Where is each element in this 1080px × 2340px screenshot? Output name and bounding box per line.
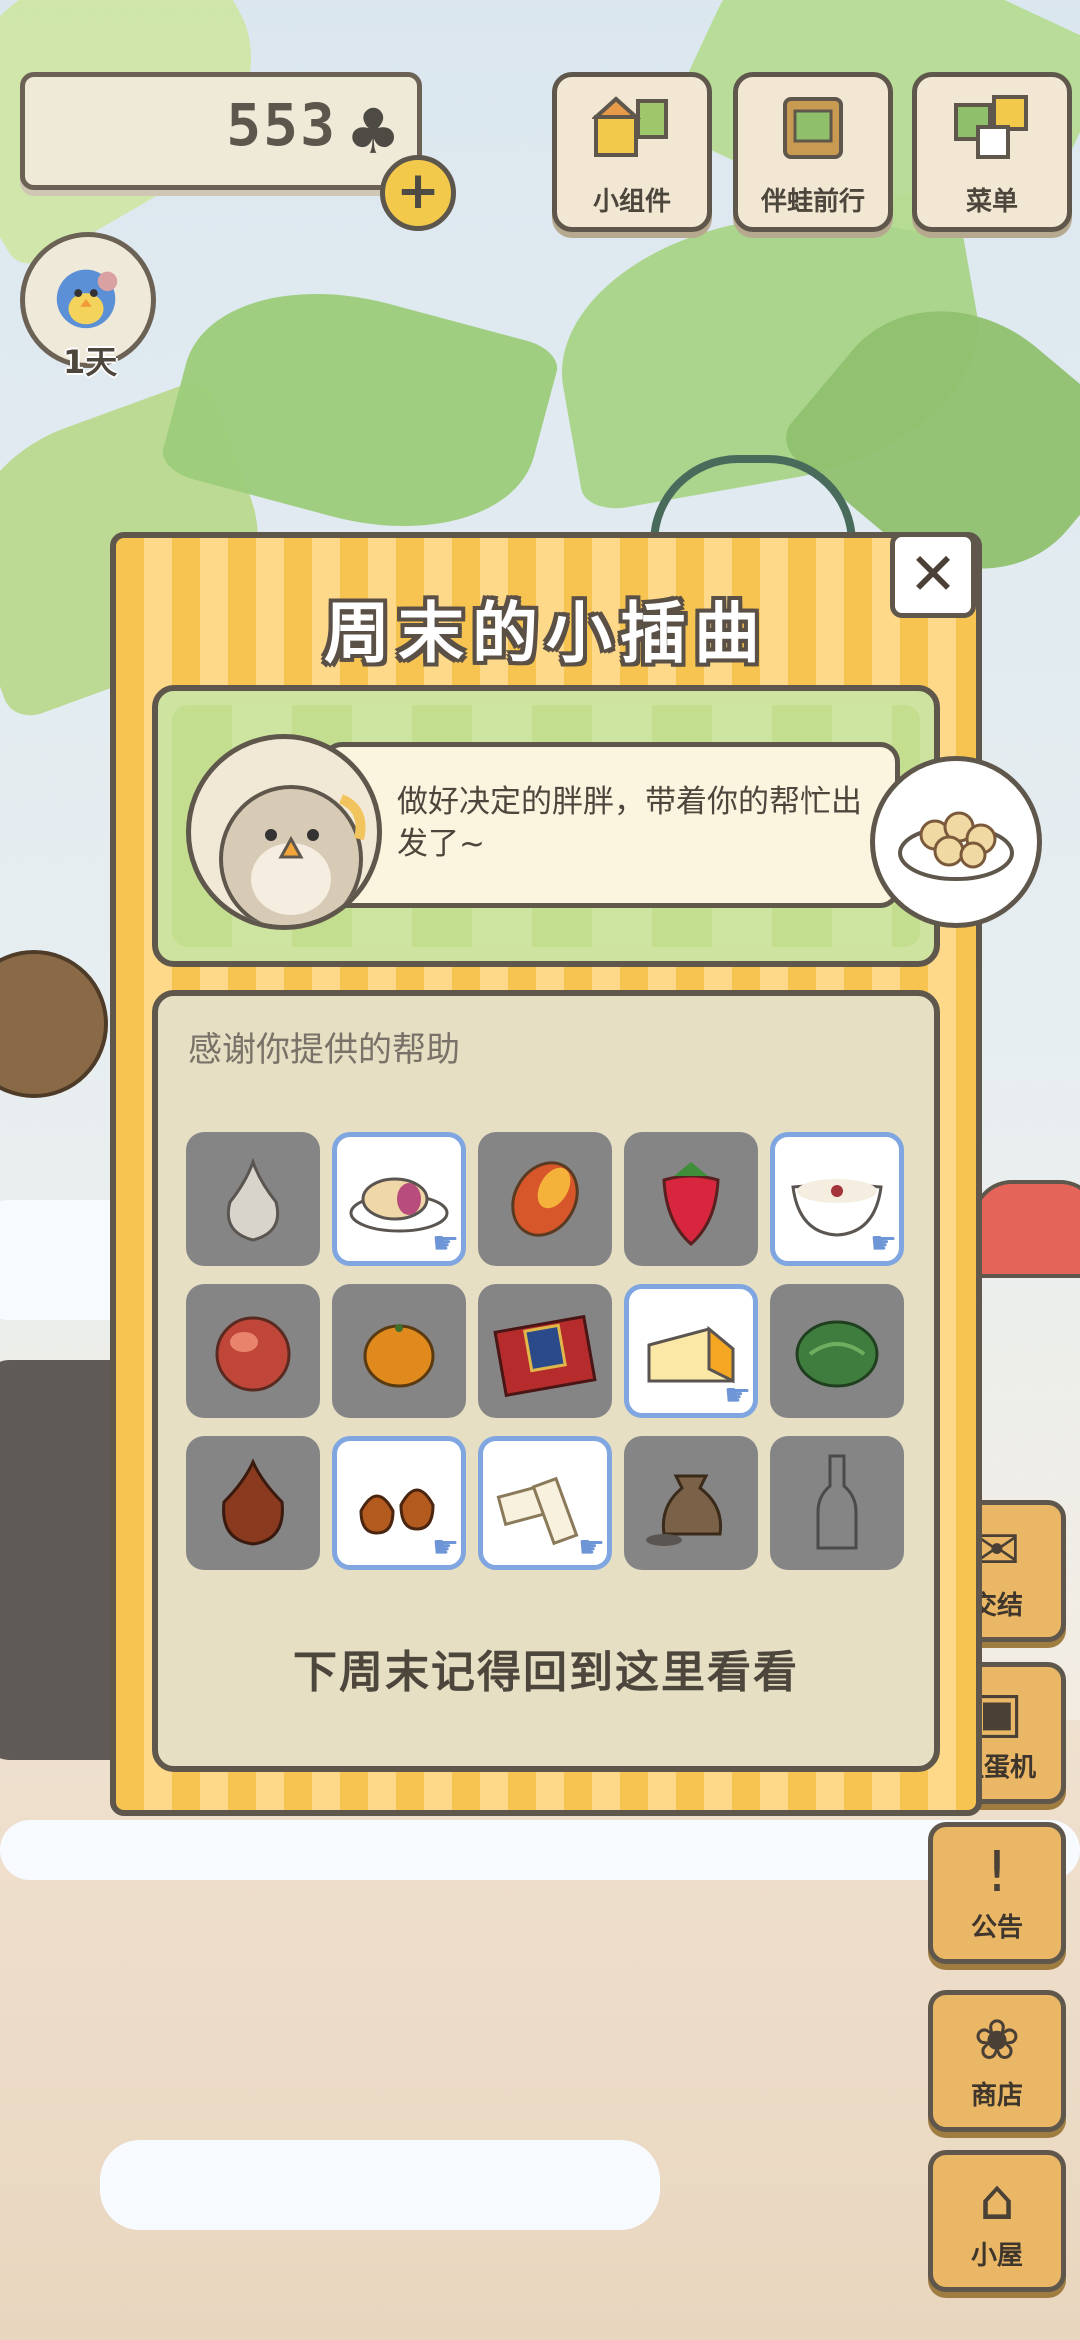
shop-label: 商店 bbox=[970, 2081, 1023, 2111]
onion-icon bbox=[222, 1458, 284, 1546]
dialog-text: 做好决定的胖胖，带着你的帮忙出发了~ bbox=[397, 784, 862, 862]
help-items-title: 感谢你提供的帮助 bbox=[188, 1030, 460, 1070]
journey-button[interactable]: 伴蛙前行 bbox=[733, 72, 893, 232]
day-label: 1天 bbox=[63, 343, 118, 381]
item-onion[interactable] bbox=[186, 1436, 320, 1570]
rice-sack-icon bbox=[646, 1474, 723, 1546]
hand-pointer-icon: ☛ bbox=[724, 1378, 751, 1413]
peach-icon bbox=[215, 1316, 291, 1392]
mango-icon bbox=[511, 1161, 579, 1237]
coconut-character bbox=[0, 950, 108, 1098]
item-porridge[interactable]: ☛ bbox=[770, 1132, 904, 1266]
hand-pointer-icon: ☛ bbox=[870, 1226, 897, 1261]
strawberry-icon bbox=[662, 1162, 720, 1246]
close-icon: ✕ bbox=[908, 540, 958, 608]
cabbage-icon bbox=[795, 1320, 879, 1388]
widget-icon bbox=[557, 93, 707, 177]
hand-pointer-icon: ☛ bbox=[432, 1530, 459, 1565]
notice-label: 公告 bbox=[970, 1913, 1023, 1943]
item-chestnuts[interactable]: ☛ bbox=[332, 1436, 466, 1570]
modal-title: 周末的小插曲 bbox=[324, 595, 768, 672]
menu-label: 菜单 bbox=[965, 187, 1018, 217]
house-button[interactable]: ⌂ 小屋 bbox=[928, 2150, 1066, 2292]
hand-pointer-icon: ☛ bbox=[432, 1226, 459, 1261]
journal-icon bbox=[738, 93, 888, 177]
owl-avatar bbox=[186, 734, 382, 930]
item-cheese[interactable]: ☛ bbox=[624, 1284, 758, 1418]
speech-bubble: 做好决定的胖胖，带着你的帮忙出发了~ bbox=[322, 742, 900, 908]
snow-patch bbox=[0, 1820, 1080, 1880]
notice-button[interactable]: ! 公告 bbox=[928, 1822, 1066, 1964]
item-garlic[interactable] bbox=[186, 1132, 320, 1266]
menu-icon bbox=[917, 93, 1067, 177]
item-nougat[interactable]: ☛ bbox=[478, 1436, 612, 1570]
item-peach[interactable] bbox=[186, 1284, 320, 1418]
close-button[interactable]: ✕ bbox=[890, 532, 976, 618]
gift-box-icon bbox=[493, 1314, 597, 1398]
owl-icon bbox=[219, 785, 366, 925]
item-mooncake[interactable]: ☛ bbox=[332, 1132, 466, 1266]
widget-button[interactable]: 小组件 bbox=[552, 72, 712, 232]
snow-patch bbox=[100, 2140, 660, 2230]
item-strawberry[interactable] bbox=[624, 1132, 758, 1266]
shop-button[interactable]: ❀ 商店 bbox=[928, 1990, 1066, 2132]
mailbox bbox=[972, 1180, 1080, 1278]
item-gift-box[interactable] bbox=[478, 1284, 612, 1418]
garlic-icon bbox=[226, 1157, 280, 1242]
coin-counter: 553 ♣ bbox=[20, 72, 422, 190]
house-icon: ⌂ bbox=[979, 2168, 1015, 2233]
tangerine-icon bbox=[363, 1324, 435, 1388]
help-items-panel: 感谢你提供的帮助 ☛ ☛ ☛ ☛ ☛ 下周末记得回到这里看看 bbox=[152, 990, 940, 1772]
add-coins-button[interactable]: + bbox=[380, 155, 456, 231]
clover-icon: ♣ bbox=[345, 95, 401, 168]
item-mango[interactable] bbox=[478, 1132, 612, 1266]
house-label: 小屋 bbox=[970, 2241, 1023, 2271]
journey-label: 伴蛙前行 bbox=[760, 187, 865, 217]
item-cabbage[interactable] bbox=[770, 1284, 904, 1418]
menu-button[interactable]: 菜单 bbox=[912, 72, 1072, 232]
widget-label: 小组件 bbox=[592, 187, 671, 217]
bird-avatar-icon bbox=[56, 269, 118, 329]
item-tangerine[interactable] bbox=[332, 1284, 466, 1418]
pastry-plate-icon bbox=[898, 811, 1014, 881]
item-bottle[interactable] bbox=[770, 1436, 904, 1570]
notice-icon: ! bbox=[985, 1840, 1009, 1905]
shop-icon: ❀ bbox=[973, 2008, 1021, 2073]
coin-amount: 553 bbox=[226, 91, 337, 159]
day-badge[interactable]: 1天 bbox=[20, 232, 156, 381]
footer-note: 下周末记得回到这里看看 bbox=[293, 1647, 799, 1698]
gift-item-bubble bbox=[870, 756, 1042, 928]
item-rice-sack[interactable] bbox=[624, 1436, 758, 1570]
bottle-icon bbox=[816, 1454, 858, 1550]
hand-pointer-icon: ☛ bbox=[578, 1530, 605, 1565]
